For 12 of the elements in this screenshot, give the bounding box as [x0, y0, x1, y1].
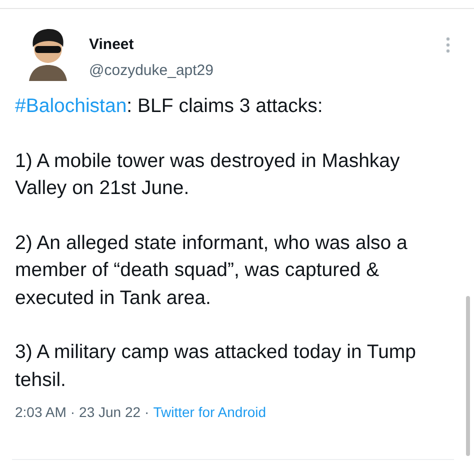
separator-dot: ·: [144, 404, 150, 420]
more-icon[interactable]: [446, 37, 450, 53]
author-name[interactable]: Vineet: [89, 36, 428, 53]
tweet-paragraph: 2) An alleged state informant, who was also a member of “death squad”, was captured & executed in Tank area.: [15, 230, 408, 310]
tweet-date: 23 Jun 22: [79, 404, 141, 420]
author-handle[interactable]: @cozyduke_apt29: [89, 62, 428, 79]
tweet-paragraph: 3) A military camp was attacked today in Tump tehsil.: [15, 340, 418, 392]
tweet-paragraph: #Balochistan: BLF claims 3 attacks:: [15, 94, 324, 119]
separator-dot: ·: [70, 404, 76, 420]
tweet-paragraph: 1) A mobile tower was destroyed in Mashkay Valley on 21st June.: [15, 148, 401, 201]
scrollbar[interactable]: [466, 296, 470, 456]
tweet-time: 2:03 AM: [15, 404, 66, 420]
